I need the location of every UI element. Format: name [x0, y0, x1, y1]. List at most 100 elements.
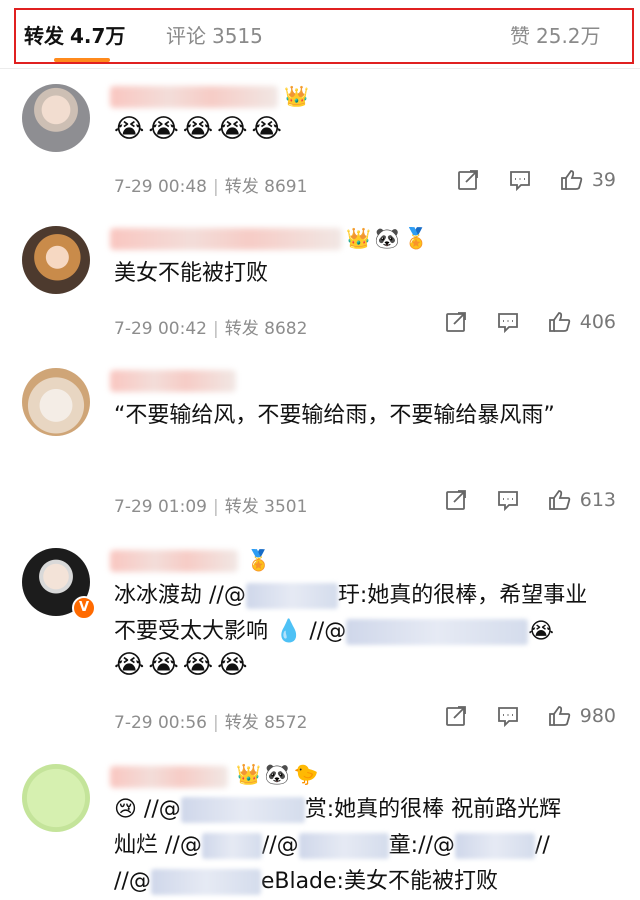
- thumb-up-icon[interactable]: [546, 486, 574, 514]
- comment-text-part: //@: [261, 833, 299, 858]
- mention-blurred[interactable]: [180, 797, 305, 823]
- comment-text-part: 赏:她真的很棒 祝前路光辉: [304, 797, 562, 822]
- timestamp: 7-29 00:48: [114, 177, 207, 197]
- medal-badge-icon: 🏅: [246, 548, 271, 572]
- repost-label: 转发: [224, 319, 259, 339]
- tab-bar: 转发 4.7万 评论 3515 赞 25.2万: [14, 8, 634, 64]
- share-icon[interactable]: [442, 702, 470, 730]
- comment-emoji: 😭😭😭😭: [114, 650, 252, 680]
- action-bar: 980: [418, 702, 616, 730]
- action-bar: 39: [430, 166, 616, 194]
- comment-text: 冰冰渡劫 //@ 玗:她真的很棒，希望事业 不要受太大影响 💧 //@ 😭: [114, 578, 604, 650]
- like-count: 406: [579, 311, 616, 333]
- timestamp: 7-29 00:56: [114, 713, 207, 733]
- share-icon[interactable]: [454, 166, 482, 194]
- repost-count: 3501: [264, 497, 308, 517]
- tab-comments-count: 3515: [212, 24, 263, 48]
- tab-likes[interactable]: 赞 25.2万: [510, 20, 601, 49]
- panda-badge-icon: 🐼: [264, 762, 290, 786]
- mention-blurred[interactable]: [346, 619, 529, 645]
- comment-meta: 7-29 00:56 | 转发 8572: [114, 708, 307, 733]
- comment-text: “不要输给风，不要输给雨，不要输给暴风雨”: [114, 403, 555, 428]
- verified-badge-icon: V: [72, 596, 96, 620]
- mention-blurred[interactable]: [298, 833, 389, 859]
- panda-badge-icon: 🐼: [374, 226, 400, 250]
- repost-label: 转发: [224, 497, 259, 517]
- mention-blurred[interactable]: [150, 869, 261, 895]
- thumb-up-icon[interactable]: [558, 166, 586, 194]
- crown-badge-icon: 👑: [284, 84, 309, 108]
- active-tab-indicator: [54, 58, 110, 62]
- username-blurred[interactable]: [110, 86, 278, 108]
- tab-reposts[interactable]: 转发 4.7万: [24, 20, 125, 49]
- comment-text-part: 童://@: [388, 833, 455, 858]
- meta-separator: |: [212, 497, 219, 517]
- comment-meta: 7-29 00:48 | 转发 8691: [114, 172, 307, 197]
- avatar[interactable]: [22, 226, 90, 294]
- thumb-up-icon[interactable]: [546, 702, 574, 730]
- comment-text: 😭😭😭😭😭: [114, 114, 286, 144]
- comment-icon[interactable]: [506, 166, 534, 194]
- tab-reposts-label: 转发: [24, 24, 64, 48]
- comment-text-part: //: [534, 833, 550, 858]
- crown-badge-icon: 👑: [236, 762, 261, 786]
- mention-blurred[interactable]: [454, 833, 535, 859]
- avatar[interactable]: [22, 764, 90, 832]
- meta-separator: |: [212, 713, 219, 733]
- user-badges: 👑: [284, 84, 309, 108]
- action-bar: 613: [418, 486, 616, 514]
- username-blurred[interactable]: [110, 228, 342, 250]
- meta-separator: |: [212, 177, 219, 197]
- comment-text-part: //@: [114, 869, 151, 894]
- repost-count: 8682: [264, 319, 308, 339]
- repost-label: 转发: [224, 177, 259, 197]
- comment-meta: 7-29 01:09 | 转发 3501: [114, 492, 307, 517]
- comment-text-part: 😢 //@: [114, 797, 181, 822]
- mention-blurred[interactable]: [201, 833, 262, 859]
- share-icon[interactable]: [442, 486, 470, 514]
- username-blurred[interactable]: [110, 550, 238, 572]
- tab-reposts-count: 4.7万: [70, 24, 126, 48]
- comment-text-part: 美女不能被打败: [343, 869, 498, 894]
- crown-badge-icon: 👑: [346, 226, 371, 250]
- timestamp: 7-29 01:09: [114, 497, 207, 517]
- share-icon[interactable]: [442, 308, 470, 336]
- comment-text-part: 不要受太大影响 💧 //@: [114, 619, 347, 644]
- user-badges: 👑 🐼 🏅: [346, 226, 429, 250]
- comment-text-part: 冰冰渡劫 //@: [114, 583, 246, 608]
- comment-icon[interactable]: [494, 702, 522, 730]
- comment-icon[interactable]: [494, 486, 522, 514]
- comment-text-part: 😭: [528, 619, 554, 644]
- tab-comments[interactable]: 评论 3515: [166, 20, 263, 49]
- comment-text-part: 灿烂 //@: [114, 833, 202, 858]
- tab-comments-label: 评论: [166, 24, 206, 48]
- user-badges: 👑 🐼 🐤: [236, 762, 319, 786]
- tab-likes-label: 赞: [510, 24, 530, 48]
- username-blurred[interactable]: [110, 370, 236, 392]
- comment-text: 😢 //@ 赏:她真的很棒 祝前路光辉 灿烂 //@ //@ 童://@ // //@ e…: [114, 792, 634, 900]
- username-blurred[interactable]: [110, 766, 228, 788]
- avatar[interactable]: [22, 84, 90, 152]
- action-bar: 406: [418, 308, 616, 336]
- medal-badge-icon: 🏅: [403, 226, 429, 250]
- comment-icon[interactable]: [494, 308, 522, 336]
- user-badges: 🏅: [246, 548, 271, 572]
- comment-text: 美女不能被打败: [114, 261, 269, 286]
- divider: [0, 68, 640, 69]
- comment-meta: 7-29 00:42 | 转发 8682: [114, 314, 307, 339]
- timestamp: 7-29 00:42: [114, 319, 207, 339]
- repost-count: 8572: [264, 713, 308, 733]
- meta-separator: |: [212, 319, 219, 339]
- comment-text-part: eBlade:: [260, 869, 344, 894]
- like-count: 613: [579, 489, 616, 511]
- duck-badge-icon: 🐤: [293, 762, 319, 786]
- comment-text-part: 玗:她真的很棒，希望事业: [337, 583, 588, 608]
- like-count: 39: [591, 169, 616, 191]
- repost-count: 8691: [264, 177, 308, 197]
- repost-label: 转发: [224, 713, 259, 733]
- avatar[interactable]: [22, 368, 90, 436]
- like-count: 980: [579, 705, 616, 727]
- tab-likes-count: 25.2万: [536, 24, 601, 48]
- thumb-up-icon[interactable]: [546, 308, 574, 336]
- mention-blurred[interactable]: [245, 583, 338, 609]
